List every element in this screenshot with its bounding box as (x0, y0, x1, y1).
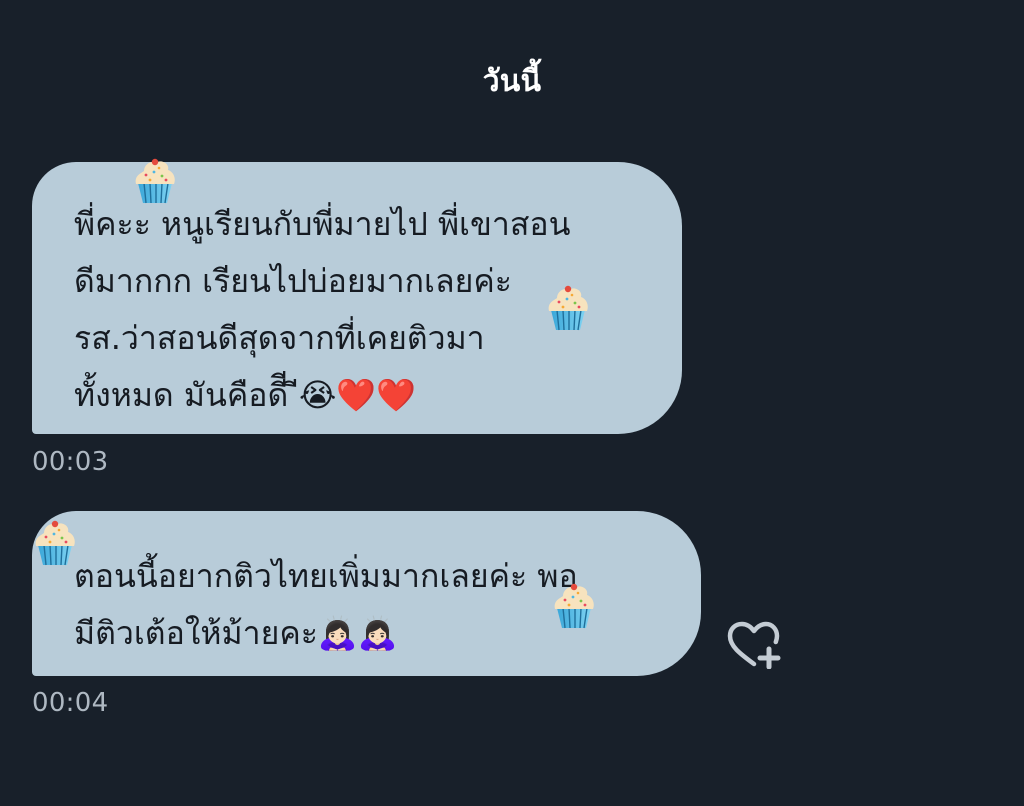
message-timestamp: 00:04 (32, 688, 109, 718)
add-reaction-button[interactable] (726, 621, 782, 669)
message-timestamp: 00:03 (32, 447, 109, 477)
heart-plus-icon (727, 621, 781, 669)
date-header: วันนี้ (482, 64, 542, 99)
cupcake-icon (545, 282, 591, 332)
cupcake-icon (132, 155, 178, 205)
cupcake-icon (32, 517, 78, 567)
cupcake-icon (551, 580, 597, 630)
message-bubble[interactable]: ตอนนี้อยากติวไทยเพิ่มมากเลยค่ะ พอ มีติวเ… (32, 511, 701, 676)
